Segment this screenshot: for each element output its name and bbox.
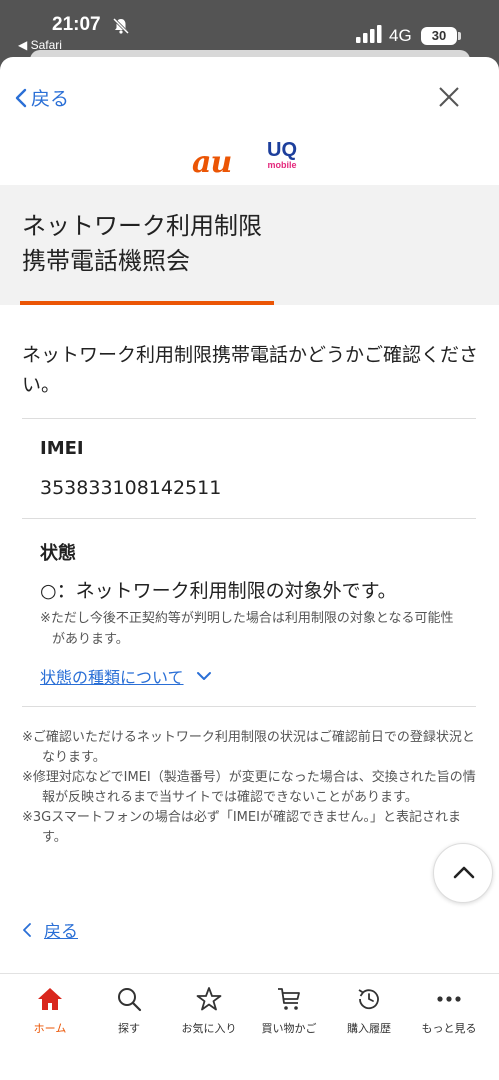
brand-logos: au UQ mobile (190, 137, 310, 183)
tab-cart[interactable]: 買い物かご (249, 974, 329, 1044)
status-note: ※ただし今後不正契約等が判明した場合は利用制限の対象となる可能性があります。 (40, 611, 454, 647)
cart-icon (278, 988, 300, 1010)
back-label: 戻る (31, 88, 70, 110)
status-bar: 21:07 ◀ Safari 4G 30 (0, 0, 499, 56)
network-type: 4G (389, 26, 412, 45)
back-button-top[interactable]: 戻る (14, 84, 69, 111)
signal-icon (356, 25, 382, 43)
chevron-up-icon (453, 866, 475, 879)
status-value: ○：ネットワーク利用制限の対象外です。 (40, 580, 397, 602)
history-icon (358, 989, 379, 1010)
chevron-down-icon (196, 672, 211, 680)
status-label: 状態 (40, 543, 76, 564)
top-nav: 戻る (0, 57, 499, 137)
home-icon (38, 988, 62, 1010)
chevron-left-icon (23, 922, 31, 937)
tab-favorites[interactable]: お気に入り (169, 974, 249, 1044)
note-item: ※修理対応などでIMEI（製造番号）が変更になった場合は、交換された旨の情報が反… (22, 770, 476, 805)
chevron-left-icon (15, 88, 27, 107)
intro-text: ネットワーク利用制限携帯電話かどうかご確認ください。 (22, 344, 479, 396)
search-icon (118, 988, 142, 1012)
tab-home[interactable]: ホーム (10, 974, 90, 1044)
divider (22, 518, 476, 519)
page-title-box: ネットワーク利用制限 携帯電話機照会 (0, 185, 499, 305)
divider (22, 418, 476, 419)
bottom-tab-bar: ホーム 探す お気に入り 買い物かご 購入履歴 もっと見る (0, 973, 499, 1080)
battery-cap (458, 32, 461, 40)
tab-more[interactable]: もっと見る (409, 974, 489, 1044)
imei-label: IMEI (40, 438, 84, 459)
scroll-to-top-button[interactable] (433, 843, 493, 903)
close-icon[interactable] (436, 84, 462, 110)
status-time: 21:07 (52, 14, 101, 35)
title-underline (20, 301, 274, 305)
tab-purchase-history[interactable]: 購入履歴 (329, 974, 409, 1044)
bell-muted-icon (112, 17, 130, 35)
modal-sheet: 戻る au UQ mobile ネットワーク利用制限 携帯電話機照会 ネットワー… (0, 57, 499, 1080)
divider (22, 706, 476, 707)
star-icon (196, 987, 222, 1011)
au-logo: au (192, 145, 232, 180)
imei-value: 353833108142511 (40, 477, 222, 499)
note-item: ※3Gスマートフォンの場合は必ず「IMEIが確認できません。」と表記されます。 (22, 810, 462, 845)
status-types-link[interactable]: 状態の種類について (40, 664, 212, 688)
note-item: ※ご確認いただけるネットワーク利用制限の状況はご確認前日での登録状況となります。 (22, 730, 475, 765)
back-link-bottom[interactable]: 戻る (22, 917, 78, 942)
battery-icon: 30 (421, 27, 457, 45)
more-icon (437, 996, 461, 1002)
uq-mobile-logo: UQ mobile (267, 139, 297, 170)
tab-search[interactable]: 探す (89, 974, 169, 1044)
page-title: ネットワーク利用制限 携帯電話機照会 (22, 212, 262, 275)
notes-list: ※ご確認いただけるネットワーク利用制限の状況はご確認前日での登録状況となります。… (22, 728, 482, 848)
